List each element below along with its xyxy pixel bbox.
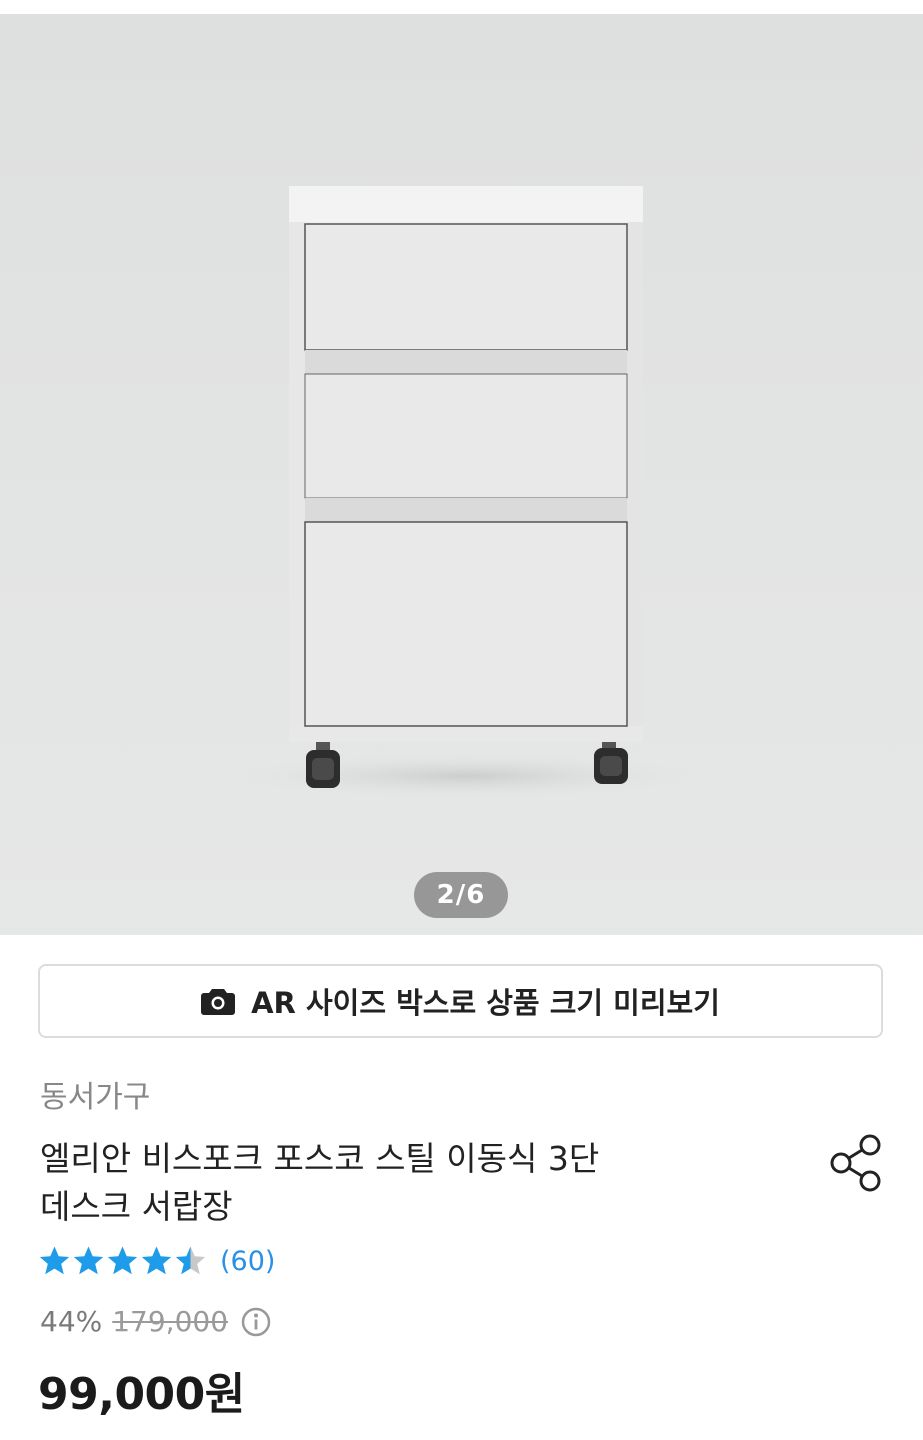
product-image-gallery[interactable]: 2/6 (0, 14, 923, 935)
discount-rate: 44% (40, 1305, 103, 1338)
price-row: 44% 179,000 (40, 1305, 272, 1338)
product-image (236, 186, 696, 798)
star-icon (141, 1246, 172, 1274)
star-rating (38, 1245, 208, 1278)
image-counter: 2/6 (414, 872, 508, 918)
ar-button-label: AR 사이즈 박스로 상품 크기 미리보기 (251, 986, 720, 1020)
camera-icon (201, 989, 236, 1015)
product-title-line1: 엘리안 비스포크 포스코 스틸 이동식 3단 (40, 1139, 600, 1178)
sale-price: 99,000원 (38, 1369, 245, 1420)
share-icon[interactable] (828, 1132, 884, 1194)
product-title: 엘리안 비스포크 포스코 스틸 이동식 3단 데스크 서랍장 (40, 1135, 680, 1231)
ar-size-preview-button[interactable]: AR 사이즈 박스로 상품 크기 미리보기 (38, 964, 883, 1038)
top-strip (0, 0, 923, 14)
info-icon[interactable] (240, 1306, 272, 1338)
star-icon (175, 1246, 206, 1274)
original-price: 179,000 (112, 1305, 229, 1338)
star-icon (107, 1246, 138, 1274)
brand-link[interactable]: 동서가구 (40, 1072, 150, 1116)
review-count-link[interactable]: (60) (220, 1246, 275, 1277)
star-icon (39, 1246, 70, 1274)
product-title-line2: 데스크 서랍장 (40, 1187, 233, 1226)
star-icon (73, 1246, 104, 1274)
rating-row[interactable]: (60) (38, 1243, 275, 1279)
